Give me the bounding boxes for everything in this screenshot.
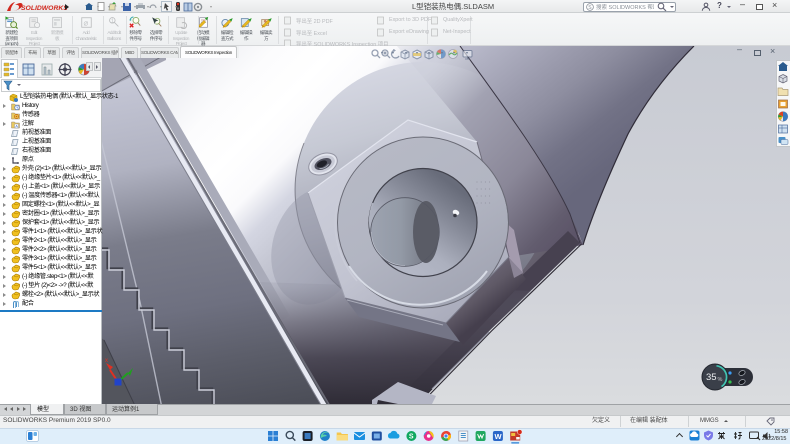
svg-text:x: x (105, 358, 108, 364)
svg-text:⌀: ⌀ (83, 19, 88, 28)
svg-text:1: 1 (110, 19, 113, 25)
svg-text:35: 35 (706, 372, 717, 383)
svg-text:W: W (495, 432, 503, 441)
svg-text:S: S (409, 434, 414, 441)
svg-text:A: A (15, 124, 18, 129)
svg-text:SOLIDWORKS: SOLIDWORKS (21, 5, 67, 12)
svg-text:%: % (718, 377, 723, 383)
